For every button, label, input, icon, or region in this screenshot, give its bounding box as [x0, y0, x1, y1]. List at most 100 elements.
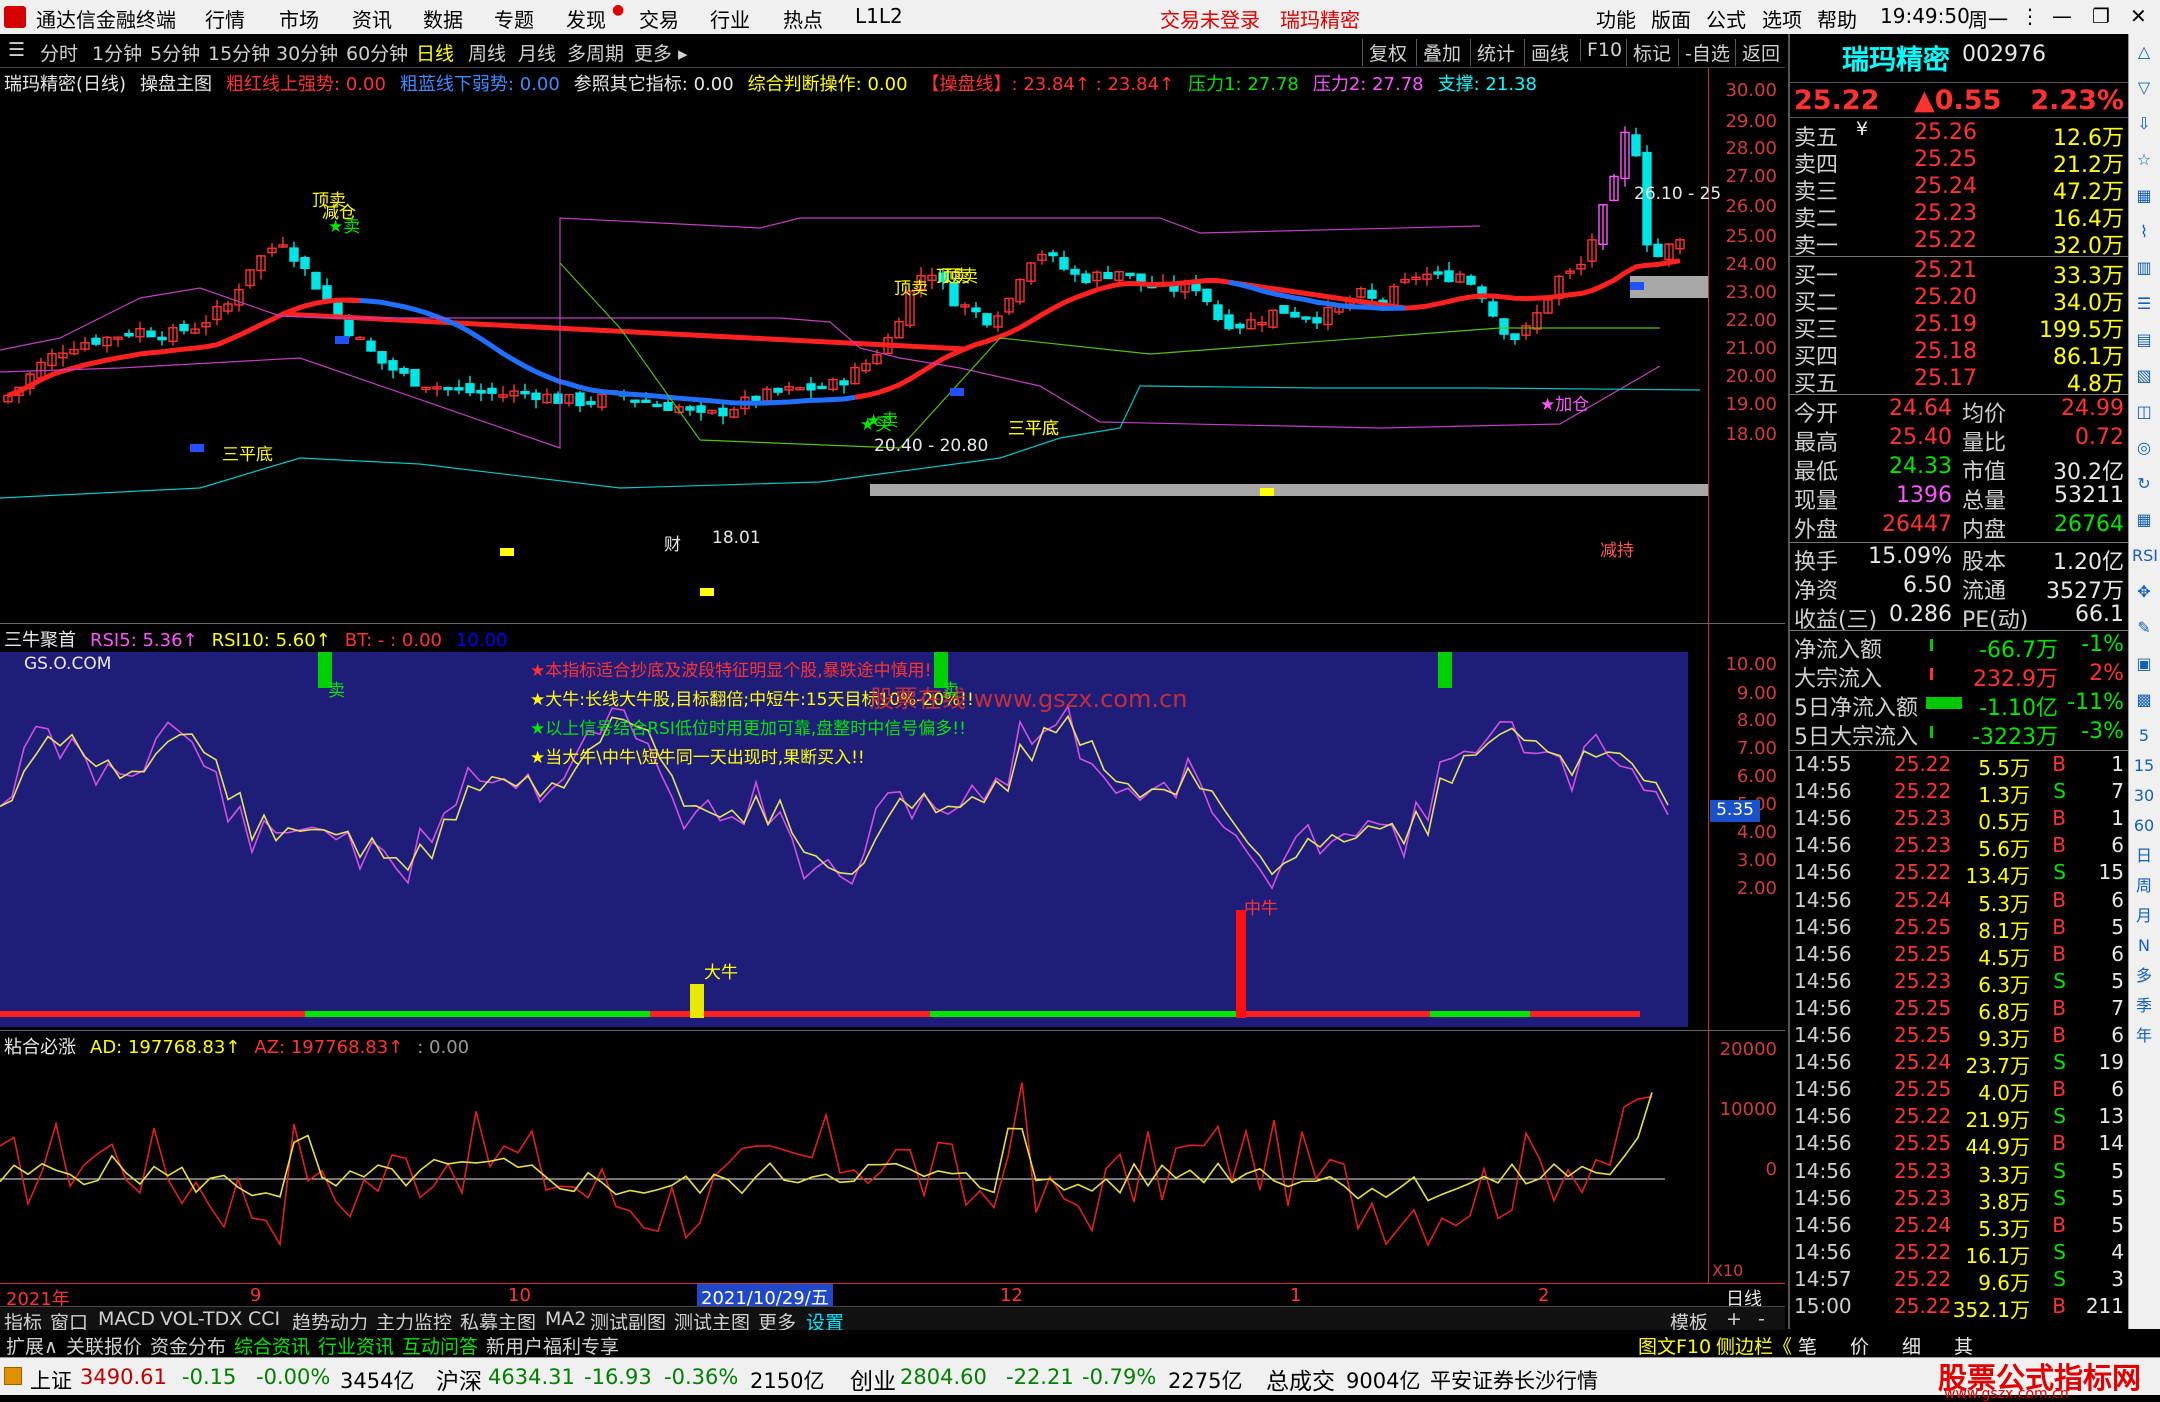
menu-item-news[interactable]: 资讯: [352, 4, 392, 33]
fz-icon[interactable]: ◫: [2132, 400, 2156, 430]
tab-ticks[interactable]: 笔: [1798, 1332, 1817, 1359]
tab-price[interactable]: 价: [1850, 1332, 1869, 1359]
tool-overlay[interactable]: 叠加: [1416, 39, 1467, 66]
window-menu-icon[interactable]: ⋮: [2020, 4, 2040, 28]
menu-item-layout[interactable]: 版面: [1651, 4, 1691, 33]
rsi-icon[interactable]: RSI: [2132, 544, 2158, 574]
grid-icon[interactable]: ▦: [2132, 508, 2156, 538]
link-qa[interactable]: 互动问答: [402, 1332, 478, 1359]
period-tab-weekly[interactable]: 周线: [468, 39, 506, 66]
menu-item-help[interactable]: 帮助: [1817, 4, 1857, 33]
bookmark-icon[interactable]: ☆: [2132, 148, 2156, 178]
circle-icon[interactable]: ◎: [2132, 436, 2156, 466]
link-news[interactable]: 综合资讯: [234, 1332, 310, 1359]
move-icon[interactable]: ✥: [2132, 580, 2156, 610]
stat-label: 量比: [1962, 431, 2007, 456]
refresh-icon[interactable]: ↻: [2132, 472, 2156, 502]
ad-az-plot[interactable]: [0, 1031, 1785, 1283]
arrow-down-icon[interactable]: ▽: [2132, 76, 2156, 106]
menu-item-options[interactable]: 选项: [1762, 4, 1802, 33]
tool-f10[interactable]: F10: [1580, 39, 1628, 61]
minimize-icon[interactable]: —: [2052, 4, 2072, 28]
stock-name: 瑞玛精密: [1842, 45, 1950, 76]
period-tab-daily[interactable]: 日线: [416, 39, 454, 66]
chart-line-icon[interactable]: ⌇: [2132, 220, 2156, 250]
menu-item-discover[interactable]: 发现: [566, 4, 606, 33]
arrow-up-icon[interactable]: △: [2132, 40, 2156, 70]
num-5-icon[interactable]: 5: [2132, 724, 2156, 748]
n-icon[interactable]: N: [2132, 934, 2156, 958]
period-tab-5min[interactable]: 5分钟: [150, 39, 200, 66]
num-15-icon[interactable]: 15: [2132, 754, 2156, 778]
sub-chart-three-bulls[interactable]: 三牛聚首 RSI5: 5.36↑ RSI10: 5.60↑ BT: - : 0.00 1…: [0, 623, 1785, 1030]
menu-item-hot[interactable]: 热点: [783, 4, 823, 33]
tool-mark[interactable]: 标记: [1626, 39, 1677, 66]
doc-icon[interactable]: ▧: [2132, 364, 2156, 394]
tool-restore-rights[interactable]: 复权: [1362, 39, 1413, 66]
tool-self-select[interactable]: -自选: [1678, 39, 1736, 66]
menu-item-formula[interactable]: 公式: [1706, 4, 1746, 33]
main-kline-chart[interactable]: 瑞玛精密(日线) 操盘主图 粗红线上强势: 0.00 粗蓝线下弱势: 0.00 参照其它…: [0, 68, 1785, 623]
num-30-icon[interactable]: 30: [2132, 784, 2156, 808]
f10-icon[interactable]: ▤: [2132, 328, 2156, 358]
season-icon[interactable]: 季: [2132, 994, 2156, 1018]
tab-vol-tdx[interactable]: VOL-TDX: [160, 1308, 242, 1330]
period-tab-multi[interactable]: 多周期: [567, 39, 624, 66]
month-icon[interactable]: 月: [2132, 904, 2156, 928]
tick-time: 14:56: [1794, 1239, 1852, 1264]
trend-strip: [1530, 1011, 1640, 1017]
maximize-icon[interactable]: ❐: [2092, 4, 2110, 28]
day-icon[interactable]: 日: [2132, 844, 2156, 868]
menu-item-trade[interactable]: 交易: [639, 4, 679, 33]
link-industry-news[interactable]: 行业资讯: [318, 1332, 394, 1359]
image-icon[interactable]: ▣: [2132, 652, 2156, 682]
menu-item-quotes[interactable]: 行情: [205, 4, 245, 33]
list-icon[interactable]: ☰: [2132, 292, 2156, 322]
week-icon[interactable]: 周: [2132, 874, 2156, 898]
period-tab-more[interactable]: 更多 ▸: [634, 39, 688, 66]
period-tab-monthly[interactable]: 月线: [518, 39, 556, 66]
status-quote: -22.21: [1006, 1365, 1074, 1389]
kline-plot[interactable]: [0, 68, 1785, 623]
pen-icon[interactable]: ✎: [2132, 616, 2156, 646]
candles-icon[interactable]: ▥: [2132, 256, 2156, 286]
tab-macd[interactable]: MACD: [98, 1308, 155, 1330]
tool-draw[interactable]: 画线: [1524, 39, 1575, 66]
chart-annotation: 顶卖: [944, 267, 978, 287]
menu-item-market[interactable]: 市场: [279, 4, 319, 33]
tab-detail[interactable]: 细: [1902, 1332, 1921, 1359]
link-fund-distribution[interactable]: 资金分布: [150, 1332, 226, 1359]
menu-item-function[interactable]: 功能: [1596, 4, 1636, 33]
menu-item-l1l2[interactable]: L1L2: [855, 4, 903, 28]
tool-statistics[interactable]: 统计: [1470, 39, 1521, 66]
period-tab-minute[interactable]: 分时: [40, 39, 78, 66]
link-new-user-welfare[interactable]: 新用户福利专享: [486, 1332, 619, 1359]
tab-remove[interactable]: -: [1758, 1308, 1765, 1330]
sidebar-toggle[interactable]: 侧边栏《: [1716, 1332, 1792, 1359]
tab-add[interactable]: +: [1726, 1308, 1742, 1330]
arrow-down-icon[interactable]: ⇩: [2132, 112, 2156, 142]
multi-icon[interactable]: 多: [2132, 964, 2156, 988]
link-f10-text[interactable]: 图文F10: [1638, 1332, 1711, 1359]
period-tab-1min[interactable]: 1分钟: [92, 39, 142, 66]
menu-item-topic[interactable]: 专题: [494, 4, 534, 33]
expand-toggle[interactable]: 扩展∧: [6, 1332, 58, 1359]
period-tab-30min[interactable]: 30分钟: [276, 39, 338, 66]
menu-toggle-icon[interactable]: ☰: [8, 39, 25, 61]
num-60-icon[interactable]: 60: [2132, 814, 2156, 838]
period-tab-60min[interactable]: 60分钟: [346, 39, 408, 66]
y-tick-label: 3.00: [1736, 850, 1777, 871]
table-icon[interactable]: ▦: [2132, 184, 2156, 214]
year-icon[interactable]: 年: [2132, 1024, 2156, 1048]
calc-icon[interactable]: ▩: [2132, 688, 2156, 718]
sub-chart-adhesion[interactable]: 粘合必涨 AD: 197768.83↑ AZ: 197768.83↑: 0.00 2…: [0, 1030, 1785, 1283]
menu-item-data[interactable]: 数据: [423, 4, 463, 33]
link-related-quotes[interactable]: 关联报价: [66, 1332, 142, 1359]
close-icon[interactable]: ✕: [2130, 4, 2147, 28]
period-tab-15min[interactable]: 15分钟: [208, 39, 270, 66]
tab-cci[interactable]: CCI: [248, 1308, 280, 1330]
tool-back[interactable]: 返回: [1735, 39, 1786, 66]
menu-item-industry[interactable]: 行业: [710, 4, 750, 33]
tab-ma2[interactable]: MA2: [545, 1308, 586, 1330]
trade-login-status[interactable]: 交易未登录: [1160, 4, 1260, 33]
